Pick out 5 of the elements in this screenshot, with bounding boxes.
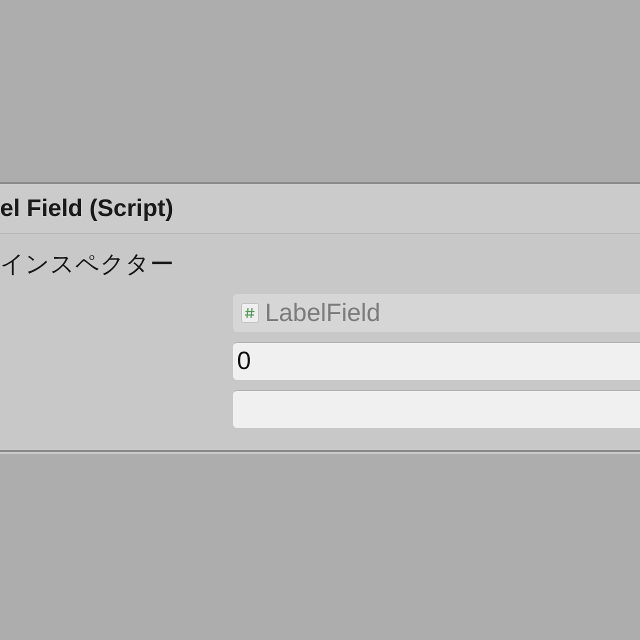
- component-title: el Field (Script): [0, 194, 174, 224]
- section-label: インスペクター: [0, 249, 174, 280]
- input-field[interactable]: 0: [233, 342, 640, 380]
- script-icon: [241, 303, 259, 323]
- input-field[interactable]: [233, 390, 640, 428]
